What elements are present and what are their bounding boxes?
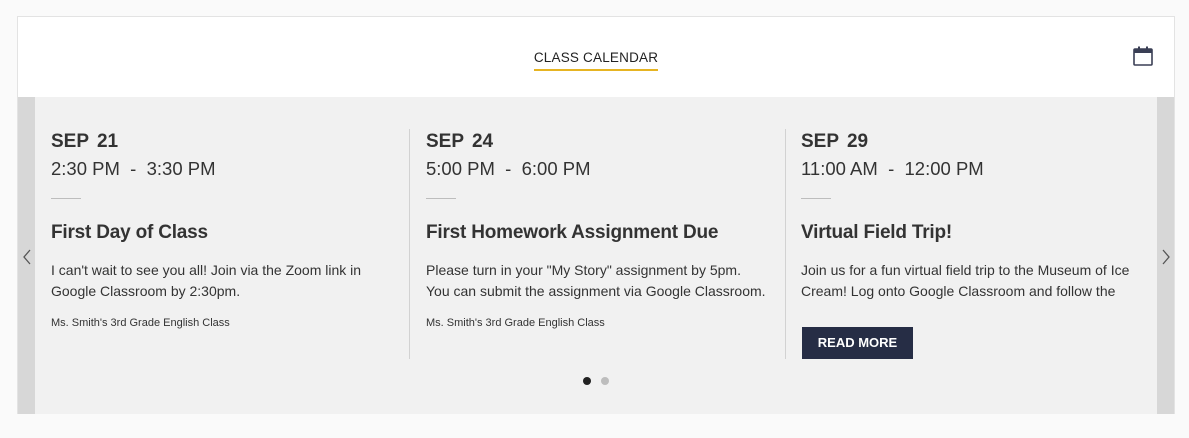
calendar-title: CLASS CALENDAR [533, 50, 659, 71]
event-description: Join us for a fun virtual field trip to … [801, 262, 1130, 299]
events-carousel: SEP 21 2:30 PM - 3:30 PM First Day of Cl… [18, 97, 1174, 414]
event-organizer: Ms. Smith's 3rd Grade English Class [426, 317, 605, 329]
event-time: 2:30 PM - 3:30 PM [51, 158, 216, 179]
event-time: 5:00 PM - 6:00 PM [426, 158, 591, 179]
event-description: Please turn in your "My Story" assignmen… [426, 262, 766, 299]
event-divider [426, 198, 456, 199]
pagination-dot-1[interactable] [583, 377, 591, 385]
column-divider [785, 129, 786, 359]
chevron-left-icon [23, 249, 31, 265]
chevron-right-icon [1162, 249, 1170, 265]
event-title[interactable]: Virtual Field Trip! [801, 221, 1141, 245]
calendar-header: CLASS CALENDAR [18, 17, 1174, 97]
previous-button[interactable] [18, 97, 35, 414]
event-date: SEP 29 [801, 131, 869, 152]
event-card: SEP 29 11:00 AM - 12:00 PM Virtual Field… [801, 131, 1141, 359]
event-time: 11:00 AM - 12:00 PM [801, 158, 984, 179]
next-button[interactable] [1157, 97, 1174, 414]
event-title[interactable]: First Day of Class [51, 221, 391, 245]
read-more-button[interactable]: READ MORE [802, 327, 913, 359]
event-divider [801, 198, 831, 199]
event-card: SEP 21 2:30 PM - 3:30 PM First Day of Cl… [51, 131, 391, 329]
pagination-dot-2[interactable] [601, 377, 609, 385]
event-divider [51, 198, 81, 199]
column-divider [409, 129, 410, 359]
calendar-icon[interactable] [1132, 45, 1154, 67]
class-calendar-widget: CLASS CALENDAR SEP 21 2:30 PM - 3:30 PM … [17, 16, 1175, 414]
event-title[interactable]: First Homework Assignment Due [426, 221, 766, 245]
event-date: SEP 24 [426, 131, 494, 152]
event-card: SEP 24 5:00 PM - 6:00 PM First Homework … [426, 131, 766, 329]
event-organizer: Ms. Smith's 3rd Grade English Class [51, 317, 230, 329]
carousel-pagination [18, 377, 1174, 385]
event-description: I can't wait to see you all! Join via th… [51, 262, 362, 299]
event-date: SEP 21 [51, 131, 119, 152]
